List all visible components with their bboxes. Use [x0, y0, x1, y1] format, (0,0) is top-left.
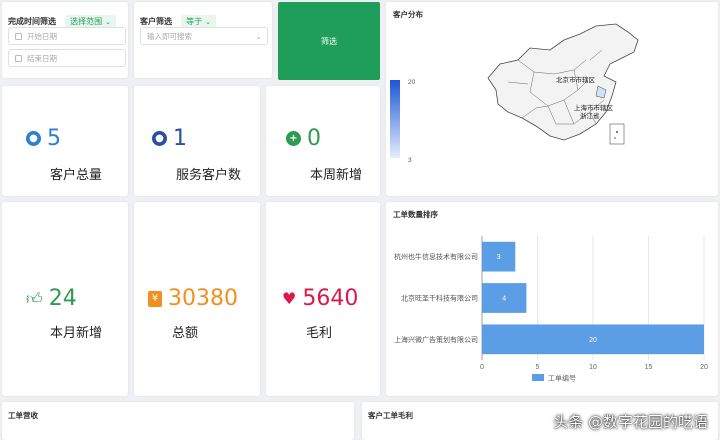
ranking-bar-chart: 3 4 20 杭州也牛信息技术有限公司北京旺圣千科技有限公司上海兴微广告策划有限公司… [394, 236, 708, 383]
customer-filter-header: 客户筛选 等于 ⌄ [140, 9, 216, 28]
map-legend[interactable]: 20 3 [388, 76, 418, 166]
kpi-card-weekly-new: + 0 本周新增 [266, 86, 380, 196]
map-label-shanghai: 上海市市辖区 [574, 103, 614, 112]
end-date-input[interactable]: 结束日期 [8, 49, 126, 67]
map-label-beijing: 北京市市辖区 [556, 75, 596, 84]
plus-circle-icon: + [286, 131, 301, 146]
kpi-value: 30380 [168, 286, 238, 311]
kpi-card-total-customers: ● 5 客户总量 [2, 86, 128, 196]
time-filter-label: 完成时间筛选 [8, 17, 56, 26]
chevron-down-icon: ⌄ [105, 18, 111, 26]
watermark: 头条 @数字花园的呓语 [553, 413, 708, 431]
start-date-input[interactable]: 开始日期 [8, 27, 126, 45]
kpi-value: 24 [48, 286, 77, 311]
user-circle-icon: ● [152, 131, 167, 146]
ticket-ranking-card: 工单数量排序 3 4 20 杭州也牛信息技术有限公司 北京旺圣千科技有限公司 上海兴微广… [386, 202, 718, 396]
legend-swatch [532, 374, 544, 381]
map-title: 客户分布 [393, 10, 423, 19]
kpi-label: 总额 [172, 326, 199, 341]
ticket-revenue-card: 工单营收 [2, 402, 354, 440]
customer-filter-card: 客户筛选 等于 ⌄ 输入即可搜索 ⌄ [134, 2, 272, 78]
x-tick-label: 5 [536, 364, 540, 371]
customer-filter-label: 客户筛选 [140, 17, 172, 26]
kpi-card-service-customers: ● 1 服务客户数 [134, 86, 260, 196]
kpi-label: 客户总量 [50, 168, 103, 183]
time-filter-header: 完成时间筛选 选择范围 ⌄ [8, 9, 116, 28]
bar-value-label: 3 [497, 254, 501, 261]
kpi-value: 1 [173, 126, 187, 151]
kpi-card-total-amount: ¥ 30380 总额 [134, 202, 260, 396]
kpi-label: 本周新增 [310, 168, 363, 183]
yuan-wallet-icon: ¥ [148, 290, 162, 307]
category-label: 杭州也牛信息技术有限公司 [394, 252, 478, 261]
kpi-value: 5640 [302, 286, 359, 311]
customer-profit-title: 客户工单毛利 [368, 411, 413, 420]
kpi-label: 毛利 [306, 326, 333, 341]
category-label: 上海兴微广告策划有限公司 [394, 335, 478, 344]
legend-min: 3 [408, 157, 412, 164]
x-tick-label: 15 [645, 364, 653, 371]
map-label-zhejiang: 浙江省 [580, 111, 600, 120]
china-map[interactable]: 北京市市辖区 上海市市辖区 浙江省 [478, 20, 648, 150]
legend-max: 20 [408, 79, 416, 86]
kpi-card-gross-profit: ♥ 5640 毛利 [266, 202, 380, 396]
calendar-icon [15, 32, 22, 40]
category-label: 北京旺圣千科技有限公司 [401, 294, 478, 303]
kpi-value: 5 [47, 126, 61, 151]
customer-search-input[interactable]: 输入即可搜索 ⌄ [140, 27, 268, 45]
heart-icon: ♥ [282, 289, 297, 308]
bar-value-label: 4 [502, 296, 506, 303]
calendar-icon [15, 54, 22, 62]
ticket-revenue-title: 工单营收 [8, 411, 38, 420]
legend-label: 工单编号 [548, 374, 576, 383]
kpi-label: 本月新增 [50, 326, 103, 341]
x-tick-label: 0 [480, 364, 484, 371]
user-circle-icon: ● [26, 131, 41, 146]
bar-value-label: 20 [589, 337, 597, 344]
kpi-card-monthly-new: 👍︎ 24 本月新增 [2, 202, 128, 396]
kpi-label: 服务客户数 [176, 168, 242, 183]
chevron-down-icon: ⌄ [255, 31, 262, 41]
kpi-value: 0 [307, 126, 321, 151]
customer-map-card: 客户分布 20 3 北京市市辖区 上海市市辖区 浙江省 [386, 2, 718, 196]
x-tick-label: 20 [700, 364, 708, 371]
time-filter-card: 完成时间筛选 选择范围 ⌄ 开始日期 结束日期 [2, 2, 128, 78]
filter-button[interactable]: 筛选 [278, 2, 380, 80]
thumbs-up-icon: 👍︎ [26, 288, 43, 308]
chevron-down-icon: ⌄ [205, 18, 211, 26]
x-tick-label: 10 [589, 364, 597, 371]
